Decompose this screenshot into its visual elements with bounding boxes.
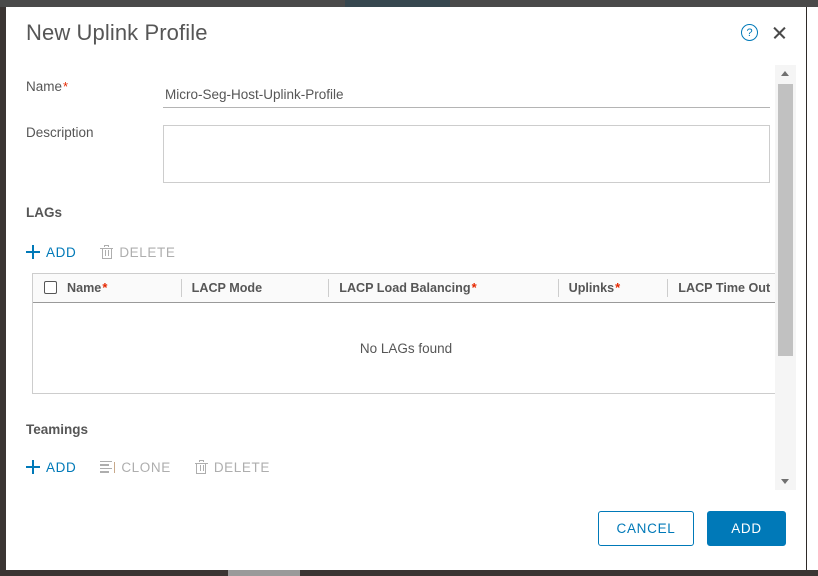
- window-chrome-top: [0, 0, 818, 7]
- teamings-toolbar: ADD CLONE DELETE: [26, 456, 270, 478]
- name-label: Name*: [26, 79, 69, 94]
- trash-icon: [194, 460, 208, 474]
- lags-table-body: No LAGs found: [33, 303, 779, 393]
- teamings-clone-button[interactable]: CLONE: [100, 460, 171, 475]
- window-chrome-top-tab: [345, 0, 450, 7]
- dialog-content: Name* Description LAGs ADD DEL: [6, 65, 806, 490]
- teamings-add-button[interactable]: ADD: [26, 460, 76, 475]
- lags-delete-button[interactable]: DELETE: [100, 245, 175, 260]
- window-chrome-bottom: [0, 570, 818, 576]
- screen: New Uplink Profile ? Name* Description L…: [0, 0, 818, 576]
- dialog-header: New Uplink Profile ?: [6, 7, 806, 65]
- column-header-name[interactable]: Name*: [33, 274, 181, 302]
- lags-add-label: ADD: [46, 244, 77, 260]
- submit-add-button[interactable]: ADD: [707, 511, 786, 546]
- description-input[interactable]: [163, 125, 770, 183]
- teamings-delete-label: DELETE: [213, 459, 270, 475]
- cancel-button[interactable]: CANCEL: [598, 511, 694, 546]
- description-label: Description: [26, 125, 94, 140]
- teamings-clone-label: CLONE: [121, 459, 171, 475]
- header-actions: ?: [741, 24, 787, 41]
- name-row: Name*: [6, 79, 776, 113]
- trash-icon: [100, 245, 114, 259]
- lags-table-header: Name* LACP Mode LACP Load Balancing* Upl…: [33, 274, 779, 303]
- page-title: New Uplink Profile: [26, 20, 208, 45]
- plus-icon: [26, 460, 40, 474]
- scrollbar-thumb[interactable]: [778, 84, 793, 356]
- teamings-section-title: Teamings: [26, 422, 89, 437]
- new-uplink-profile-dialog: New Uplink Profile ? Name* Description L…: [6, 7, 806, 570]
- name-input[interactable]: [163, 83, 770, 108]
- column-header-lacp-time-out[interactable]: LACP Time Out: [667, 274, 779, 302]
- close-icon[interactable]: [771, 25, 787, 41]
- teamings-add-label: ADD: [46, 459, 77, 475]
- plus-icon: [26, 245, 40, 259]
- select-all-checkbox[interactable]: [44, 281, 57, 294]
- column-header-lacp-mode[interactable]: LACP Mode: [180, 274, 329, 302]
- lags-toolbar: ADD DELETE: [26, 241, 175, 263]
- scroll-down-arrow-icon[interactable]: [775, 473, 796, 490]
- dialog-footer: CANCEL ADD: [6, 490, 806, 570]
- lags-section-title: LAGs: [26, 205, 63, 220]
- column-header-lacp-load-balancing[interactable]: LACP Load Balancing*: [328, 274, 557, 302]
- help-circle-icon[interactable]: ?: [741, 24, 758, 41]
- column-header-uplinks[interactable]: Uplinks*: [557, 274, 668, 302]
- description-row: Description: [6, 125, 776, 195]
- clone-icon: [100, 460, 116, 474]
- lags-delete-label: DELETE: [119, 244, 176, 260]
- teamings-delete-button[interactable]: DELETE: [194, 459, 270, 475]
- required-marker: *: [63, 79, 69, 94]
- lags-empty-message: No LAGs found: [359, 340, 453, 356]
- lags-add-button[interactable]: ADD: [26, 245, 76, 260]
- window-chrome-bottom-tab: [228, 570, 300, 576]
- window-chrome-right: [806, 7, 818, 570]
- content-scrollbar[interactable]: [775, 65, 796, 490]
- lags-table: Name* LACP Mode LACP Load Balancing* Upl…: [32, 273, 780, 394]
- scroll-up-arrow-icon[interactable]: [775, 65, 796, 82]
